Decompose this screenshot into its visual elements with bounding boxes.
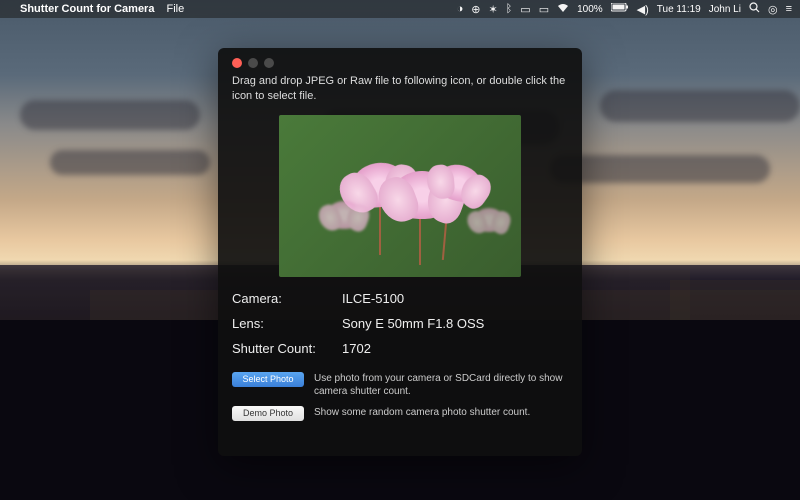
- bluetooth-icon[interactable]: ᛒ: [506, 3, 513, 15]
- clock[interactable]: Tue 11:19: [657, 4, 701, 15]
- demo-photo-button[interactable]: Demo Photo: [232, 406, 304, 421]
- airplay-icon[interactable]: ▭: [539, 3, 549, 16]
- app-menu[interactable]: Shutter Count for Camera: [20, 3, 154, 15]
- lens-value: Sony E 50mm F1.8 OSS: [342, 316, 568, 331]
- notification-center-icon[interactable]: ≡: [786, 3, 792, 15]
- select-photo-description: Use photo from your camera or SDCard dir…: [314, 372, 568, 398]
- select-photo-button[interactable]: Select Photo: [232, 372, 304, 387]
- display-icon[interactable]: ▭: [520, 3, 530, 16]
- camera-value: ILCE-5100: [342, 291, 568, 306]
- app-window: Drag and drop JPEG or Raw file to follow…: [218, 48, 582, 456]
- battery-icon[interactable]: [611, 3, 629, 15]
- photo-drop-zone[interactable]: [279, 115, 521, 277]
- lens-label: Lens:: [232, 316, 342, 331]
- exif-info-table: Camera: ILCE-5100 Lens: Sony E 50mm F1.8…: [232, 291, 568, 356]
- minimize-button[interactable]: [248, 58, 258, 68]
- shutter-count-label: Shutter Count:: [232, 341, 342, 356]
- close-button[interactable]: [232, 58, 242, 68]
- demo-photo-description: Show some random camera photo shutter co…: [314, 406, 568, 419]
- camera-label: Camera:: [232, 291, 342, 306]
- user-name[interactable]: John Li: [709, 4, 741, 15]
- shutter-count-value: 1702: [342, 341, 568, 356]
- spotlight-icon[interactable]: [749, 2, 760, 16]
- status-icon-2[interactable]: ⊕: [471, 3, 480, 16]
- instruction-text: Drag and drop JPEG or Raw file to follow…: [232, 74, 568, 105]
- maximize-button[interactable]: [264, 58, 274, 68]
- wifi-icon[interactable]: [557, 3, 569, 16]
- siri-icon[interactable]: ◎: [768, 3, 778, 16]
- window-controls: [232, 56, 568, 74]
- status-icon-1[interactable]: ◑: [457, 3, 464, 15]
- status-icon-3[interactable]: ✶: [488, 3, 497, 16]
- battery-percent: 100%: [577, 4, 603, 15]
- volume-icon[interactable]: ◀): [637, 3, 649, 16]
- system-menubar: Shutter Count for Camera File ◑ ⊕ ✶ ᛒ ▭ …: [0, 0, 800, 18]
- file-menu[interactable]: File: [166, 3, 184, 15]
